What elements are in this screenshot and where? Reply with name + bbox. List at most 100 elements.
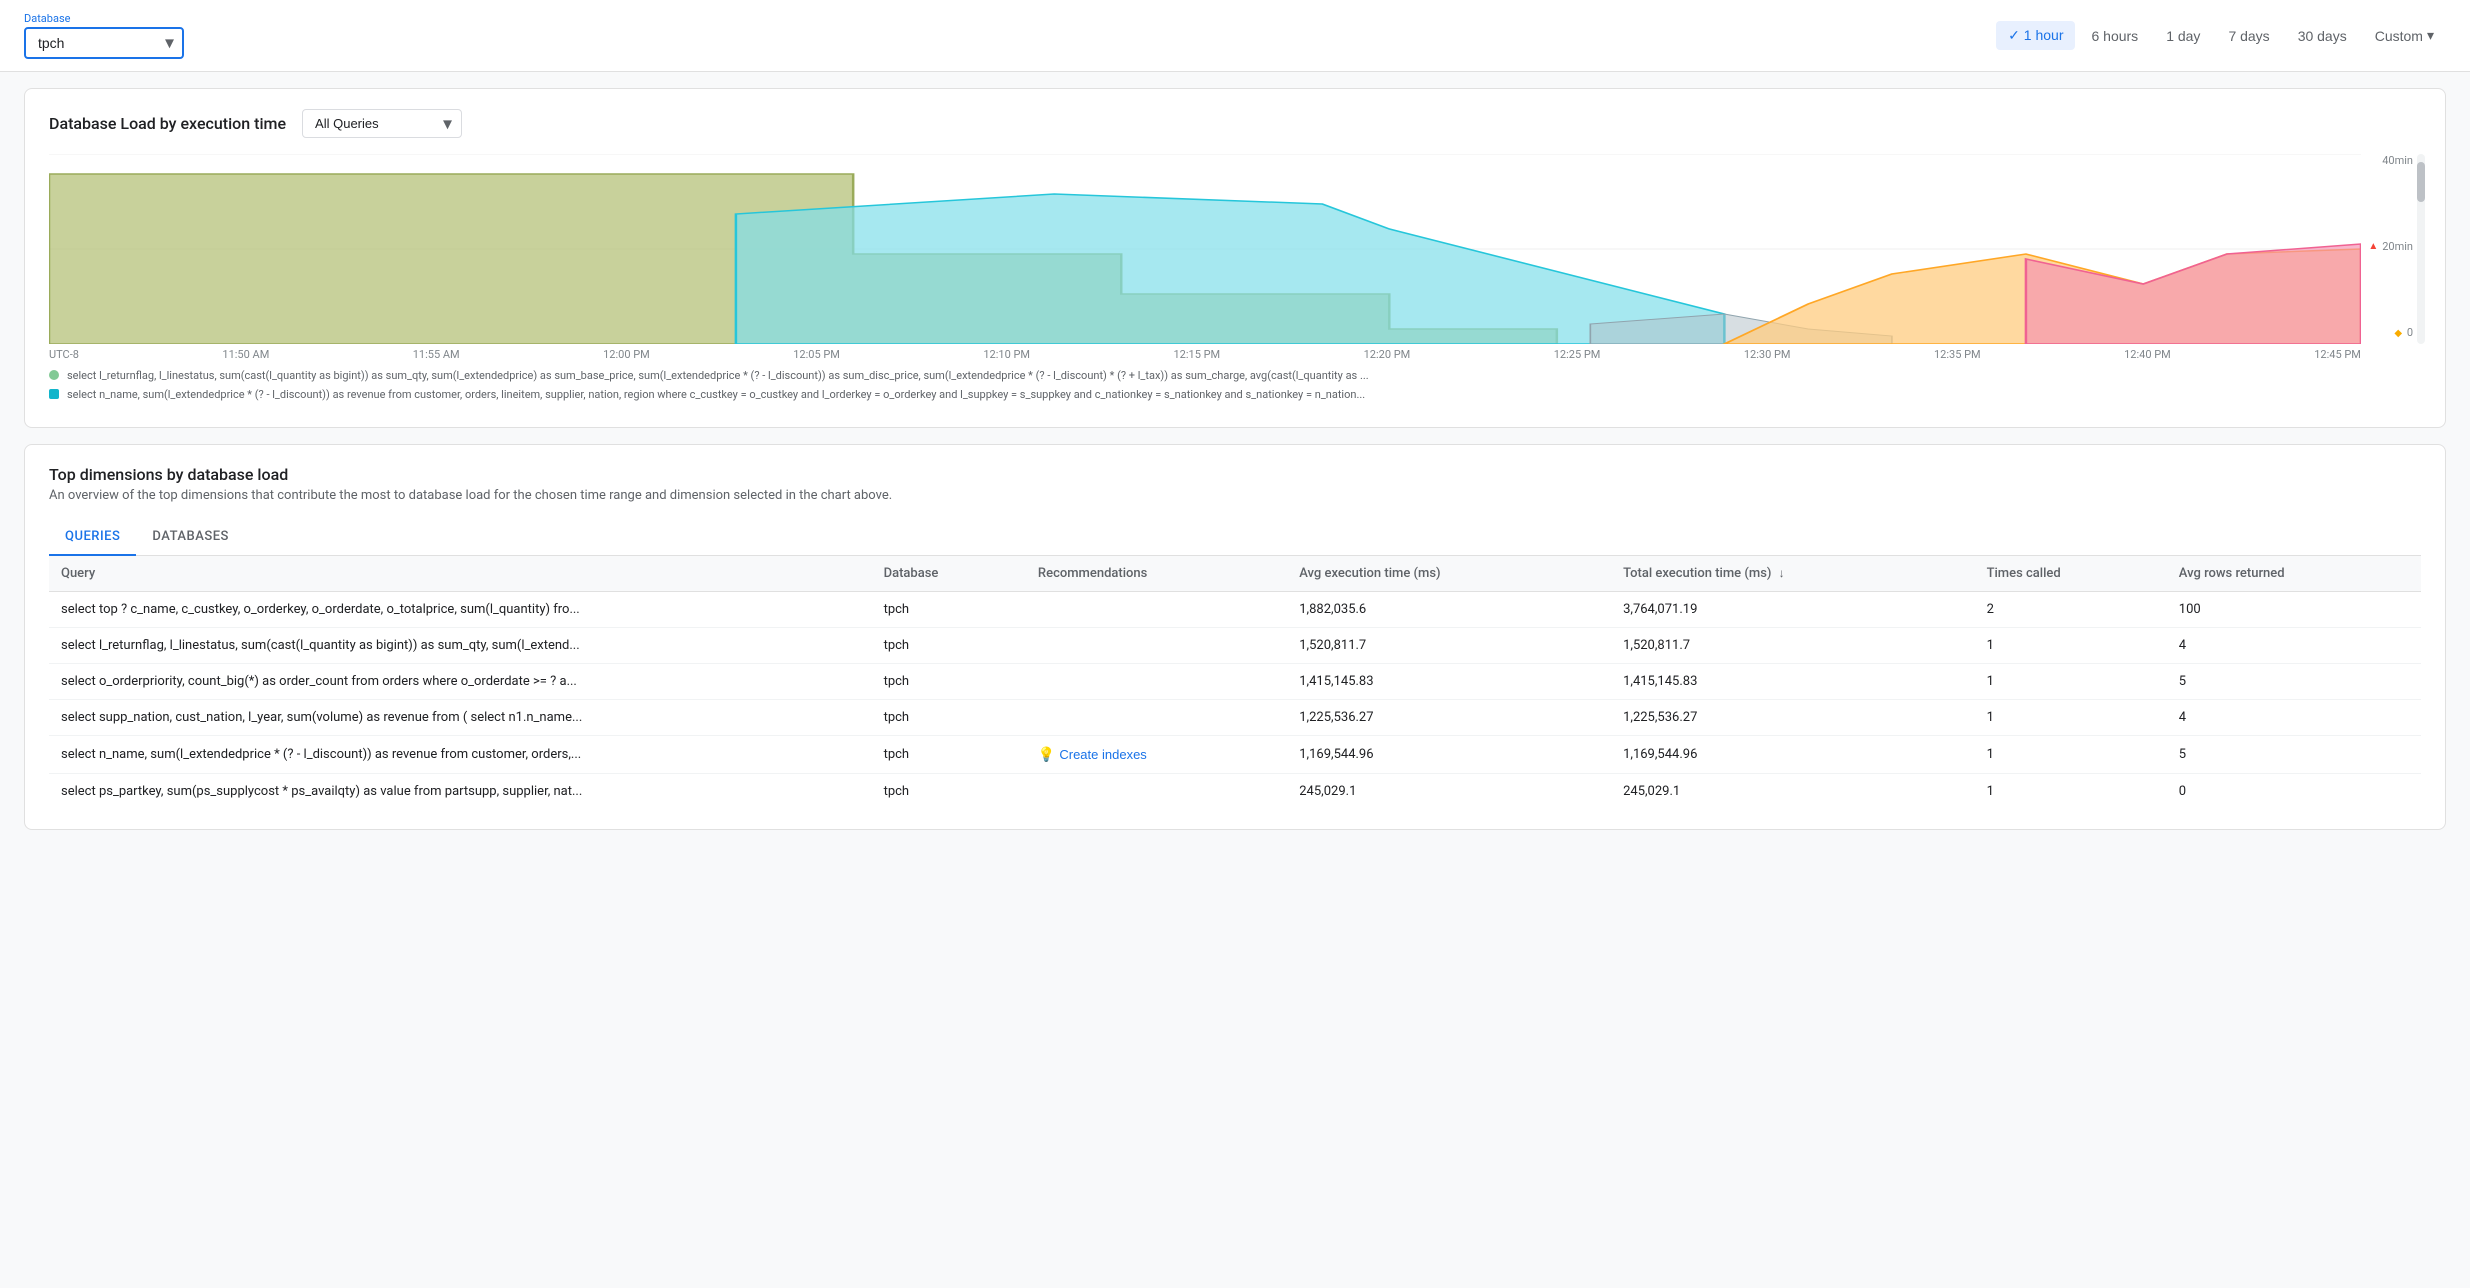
x-label-1240: 12:40 PM [2124,348,2171,361]
chart-scrollbar-thumb [2417,162,2425,202]
database-select[interactable]: tpch [24,27,184,59]
queries-table: Query Database Recommendations Avg execu… [49,556,2421,809]
x-label-1215: 12:15 PM [1173,348,1220,361]
times-called-cell-3: 1 [1975,700,2167,736]
col-times-called: Times called [1975,556,2167,592]
avg-exec-cell-0: 1,882,035.6 [1287,592,1611,628]
times-called-cell-2: 1 [1975,664,2167,700]
time-btn-7days[interactable]: 7 days [2216,22,2281,50]
chart-header: Database Load by execution time All Quer… [49,109,2421,138]
query-filter-select[interactable]: All Queries [302,109,462,138]
query-text-3: select supp_nation, cust_nation, l_year,… [49,700,872,736]
avg-exec-cell-5: 245,029.1 [1287,774,1611,810]
col-avg-rows: Avg rows returned [2167,556,2421,592]
total-exec-cell-5: 245,029.1 [1611,774,1974,810]
database-label: Database [24,12,184,25]
x-label-1200: 12:00 PM [603,348,650,361]
bulb-icon: 💡 [1038,746,1055,763]
times-called-cell-5: 1 [1975,774,2167,810]
time-btn-6hours[interactable]: 6 hours [2079,22,2150,50]
x-label-1220: 12:20 PM [1364,348,1411,361]
reco-cell-5 [1026,774,1287,810]
query-text-2: select o_orderpriority, count_big(*) as … [49,664,872,700]
top-bar: Database tpch ▾ ✓ 1 hour 6 hours 1 day 7… [0,0,2470,72]
diamond-icon: ◆ [2394,328,2402,339]
legend-item-1: select n_name, sum(l_extendedprice * (? … [49,388,2421,401]
main-content: Database Load by execution time All Quer… [0,72,2470,862]
x-label-1150: 11:50 AM [222,348,269,361]
time-btn-30days[interactable]: 30 days [2286,22,2359,50]
db-cell-3: tpch [872,700,1026,736]
db-cell-0: tpch [872,592,1026,628]
x-label-utc8: UTC-8 [49,348,79,361]
col-query: Query [49,556,872,592]
time-range-selector: ✓ 1 hour 6 hours 1 day 7 days 30 days Cu… [1996,21,2446,50]
y-label-0: ◆ 0 [2368,326,2413,339]
query-text-1: select l_returnflag, l_linestatus, sum(c… [49,628,872,664]
tab-queries[interactable]: QUERIES [49,519,136,556]
times-called-cell-1: 1 [1975,628,2167,664]
legend-text-0: select l_returnflag, l_linestatus, sum(c… [67,369,1369,382]
db-cell-2: tpch [872,664,1026,700]
time-btn-custom[interactable]: Custom ▾ [2363,21,2446,50]
x-axis-labels: UTC-8 11:50 AM 11:55 AM 12:00 PM 12:05 P… [49,348,2421,361]
total-exec-cell-0: 3,764,071.19 [1611,592,1974,628]
check-icon: ✓ [2008,27,2024,43]
database-selector: Database tpch ▾ [24,12,184,59]
total-exec-cell-2: 1,415,145.83 [1611,664,1974,700]
bottom-panel-desc: An overview of the top dimensions that c… [49,488,2421,503]
tab-databases[interactable]: DATABASES [136,519,245,556]
chart-scrollbar[interactable] [2417,154,2425,344]
table-row: select ps_partkey, sum(ps_supplycost * p… [49,774,2421,810]
bottom-panel-title: Top dimensions by database load [49,465,2421,484]
chart-area: 40min ▲ 20min ◆ 0 [49,154,2421,344]
legend-text-1: select n_name, sum(l_extendedprice * (? … [67,388,1365,401]
table-row: select o_orderpriority, count_big(*) as … [49,664,2421,700]
avg-exec-cell-4: 1,169,544.96 [1287,736,1611,774]
chart-title: Database Load by execution time [49,114,286,133]
table-row: select n_name, sum(l_extendedprice * (? … [49,736,2421,774]
tabs-container: QUERIES DATABASES [49,519,2421,556]
time-btn-1hour[interactable]: ✓ 1 hour [1996,21,2075,50]
time-btn-1day[interactable]: 1 day [2154,22,2212,50]
sort-icon: ↓ [1779,566,1785,580]
legend-item-0: select l_returnflag, l_linestatus, sum(c… [49,369,2421,382]
total-exec-cell-4: 1,169,544.96 [1611,736,1974,774]
x-label-1210: 12:10 PM [983,348,1030,361]
table-row: select l_returnflag, l_linestatus, sum(c… [49,628,2421,664]
x-label-1155: 11:55 AM [413,348,460,361]
avg-rows-cell-2: 5 [2167,664,2421,700]
avg-exec-cell-2: 1,415,145.83 [1287,664,1611,700]
legend-dot-0 [49,370,59,380]
query-text-4: select n_name, sum(l_extendedprice * (? … [49,736,872,774]
chart-svg [49,154,2361,344]
y-axis-labels: 40min ▲ 20min ◆ 0 [2368,154,2413,339]
avg-rows-cell-3: 4 [2167,700,2421,736]
x-label-1205: 12:05 PM [793,348,840,361]
avg-rows-cell-1: 4 [2167,628,2421,664]
avg-exec-cell-1: 1,520,811.7 [1287,628,1611,664]
chart-card: Database Load by execution time All Quer… [24,88,2446,428]
triangle-up-icon: ▲ [2368,241,2378,252]
total-exec-cell-3: 1,225,536.27 [1611,700,1974,736]
create-indexes-button[interactable]: 💡 Create indexes [1038,746,1147,763]
db-cell-4: tpch [872,736,1026,774]
x-label-1230: 12:30 PM [1744,348,1791,361]
reco-cell-0 [1026,592,1287,628]
x-label-1235: 12:35 PM [1934,348,1981,361]
x-label-1225: 12:25 PM [1554,348,1601,361]
db-cell-1: tpch [872,628,1026,664]
reco-cell-1 [1026,628,1287,664]
col-avg-exec: Avg execution time (ms) [1287,556,1611,592]
col-recommendations: Recommendations [1026,556,1287,592]
reco-cell-4: 💡 Create indexes [1026,736,1287,774]
col-total-exec[interactable]: Total execution time (ms) ↓ [1611,556,1974,592]
reco-cell-2 [1026,664,1287,700]
avg-exec-cell-3: 1,225,536.27 [1287,700,1611,736]
db-cell-5: tpch [872,774,1026,810]
total-exec-cell-1: 1,520,811.7 [1611,628,1974,664]
avg-rows-cell-4: 5 [2167,736,2421,774]
y-label-20min: ▲ 20min [2368,240,2413,253]
custom-dropdown-icon: ▾ [2427,27,2434,44]
table-row: select top ? c_name, c_custkey, o_orderk… [49,592,2421,628]
